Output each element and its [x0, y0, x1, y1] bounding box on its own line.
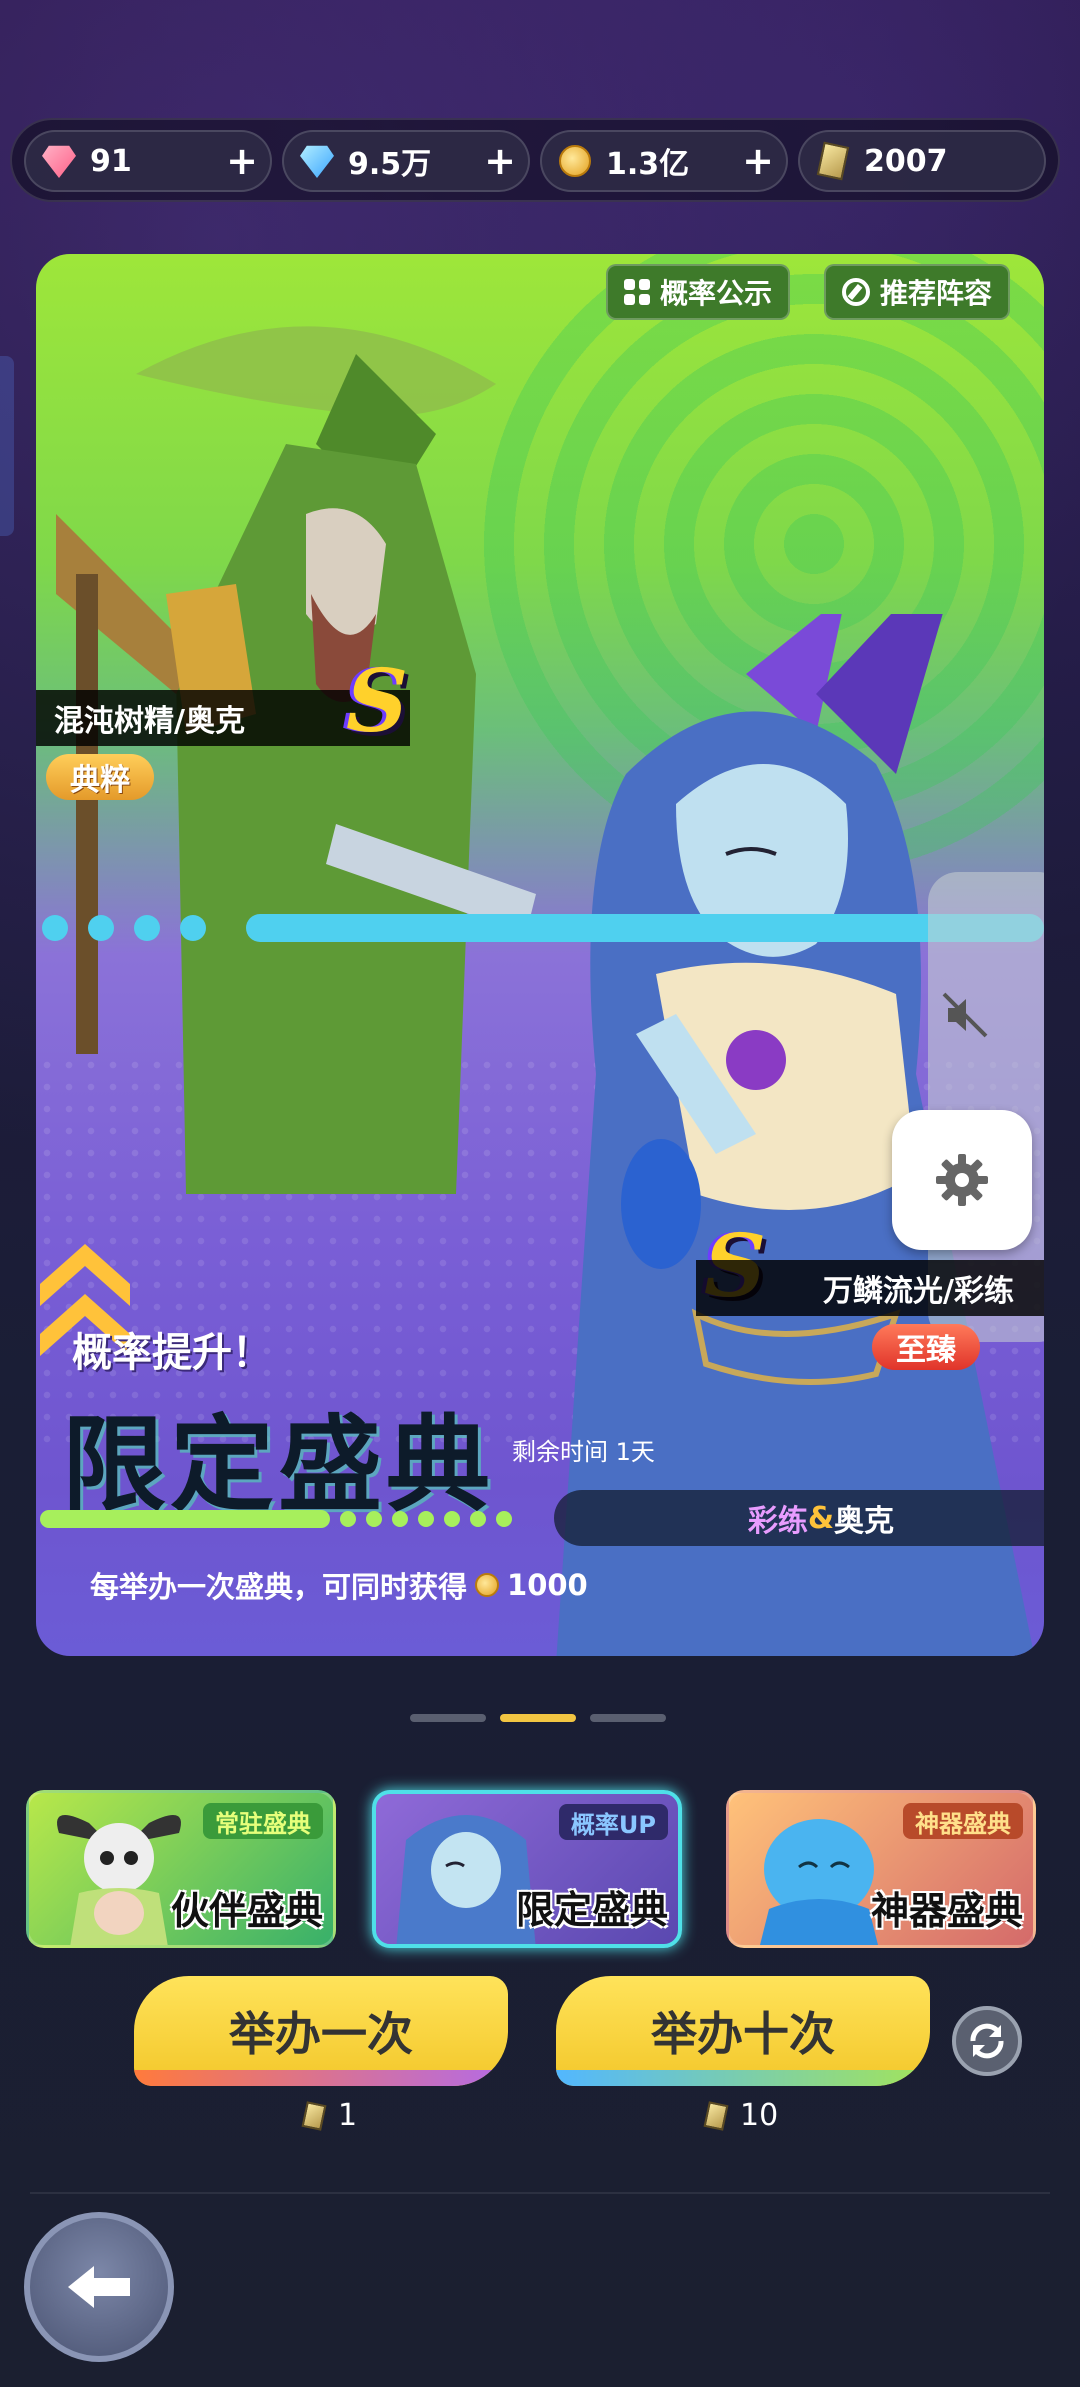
gear-icon — [936, 1154, 988, 1206]
hero-left-tier-badge: 典粹 — [46, 754, 154, 800]
currency-value: 2007 — [864, 143, 948, 179]
currency-ticket[interactable]: 2007 — [798, 130, 1046, 192]
refresh-button[interactable] — [952, 2006, 1022, 2076]
summon-ten-cost: 10 — [703, 2098, 779, 2133]
currency-pink-diamond[interactable]: 91 + — [24, 130, 272, 192]
edit-icon — [842, 278, 870, 306]
tab-limited-summon[interactable]: 概率UP 限定盛典 — [372, 1790, 682, 1948]
bonus-info: 每举办一次盛典，可同时获得 1000 — [90, 1564, 588, 1606]
refresh-icon — [970, 2023, 1004, 2059]
add-gold-button[interactable]: + — [742, 139, 774, 183]
pink-diamond-icon — [40, 142, 78, 180]
gold-coin-icon — [475, 1573, 500, 1597]
hero-right-tier-badge: 至臻 — [872, 1324, 980, 1370]
recommend-lineup-button[interactable]: 推荐阵容 — [824, 264, 1011, 320]
tab-label: 限定盛典 — [515, 1887, 668, 1932]
currency-value: 9.5万 — [348, 147, 432, 182]
pager-dot-active[interactable] — [500, 1714, 576, 1722]
cost-value: 1 — [338, 2098, 358, 2133]
pair-a: 彩练 — [747, 1504, 808, 1539]
tab-tag: 神器盛典 — [903, 1803, 1023, 1839]
s-rank-badge-left: S — [346, 651, 409, 752]
probability-label: 概率公示 — [660, 277, 773, 310]
pair-b: 奥克 — [834, 1504, 894, 1539]
currency-value: 1.3亿 — [606, 147, 690, 182]
grid-icon — [624, 279, 650, 305]
hero-right-name: 万鳞流光/彩练 — [823, 1274, 1014, 1309]
mute-icon[interactable] — [940, 990, 990, 1040]
currency-gold[interactable]: 1.3亿 + — [540, 130, 788, 192]
summon-ten-button[interactable]: 举办十次 — [556, 1976, 930, 2086]
hero-right-name-tag[interactable]: 万鳞流光/彩练 — [696, 1260, 1044, 1316]
gold-coin-icon — [556, 142, 594, 180]
pager-dot[interactable] — [410, 1714, 486, 1722]
remaining-time: 剩余时间 1天 — [512, 1438, 655, 1466]
skull-mage-thumbnail — [57, 1815, 181, 1945]
summon-ticket-icon — [301, 2100, 327, 2131]
hero-left-name: 混沌树精/奥克 — [54, 704, 245, 739]
cost-value: 10 — [740, 2098, 779, 2133]
tab-label: 神器盛典 — [870, 1888, 1023, 1933]
tab-tag: 概率UP — [558, 1804, 668, 1840]
blue-diamond-icon — [298, 142, 336, 180]
add-blue-diamond-button[interactable]: + — [484, 139, 516, 183]
featured-pair-tag: 彩练 & 奥克 — [554, 1490, 1044, 1546]
bottom-divider — [30, 2192, 1050, 2194]
probability-disclosure-button[interactable]: 概率公示 — [606, 264, 791, 320]
back-arrow-icon — [68, 2266, 130, 2308]
banner-pager — [410, 1714, 666, 1722]
summon-once-label: 举办一次 — [229, 2007, 413, 2061]
tab-partner-summon[interactable]: 常驻盛典 伙伴盛典 — [26, 1790, 336, 1948]
currency-bar: 91 + 9.5万 + 1.3亿 + 2007 — [10, 118, 1060, 202]
side-drawer-handle[interactable] — [0, 356, 14, 536]
banner-divider-bar — [36, 914, 1044, 942]
bonus-amount: 1000 — [507, 1568, 588, 1602]
add-pink-diamond-button[interactable]: + — [226, 139, 258, 183]
summon-ticket-icon — [814, 141, 852, 181]
currency-value: 91 — [90, 143, 132, 179]
summon-once-cost: 1 — [301, 2098, 358, 2133]
pager-dot[interactable] — [590, 1714, 666, 1722]
summon-once-button[interactable]: 举办一次 — [134, 1976, 508, 2086]
summon-banner: 概率公示 推荐阵容 混沌树精/奥克 S 典粹 S 万鳞流光/彩练 至臻 — [36, 254, 1044, 1656]
recommend-label: 推荐阵容 — [880, 277, 993, 310]
bonus-text: 每举办一次盛典，可同时获得 — [90, 1570, 468, 1604]
back-button[interactable] — [24, 2212, 174, 2362]
summon-ten-label: 举办十次 — [651, 2007, 835, 2061]
pair-amp: & — [807, 1500, 834, 1536]
summon-ticket-icon — [703, 2100, 729, 2131]
settings-button[interactable] — [892, 1110, 1032, 1250]
tab-artifact-summon[interactable]: 神器盛典 神器盛典 — [726, 1790, 1036, 1948]
rate-up-text: 概率提升！ — [72, 1330, 272, 1376]
tab-tag: 常驻盛典 — [203, 1803, 323, 1839]
tab-label: 伙伴盛典 — [170, 1888, 323, 1933]
currency-blue-diamond[interactable]: 9.5万 + — [282, 130, 530, 192]
